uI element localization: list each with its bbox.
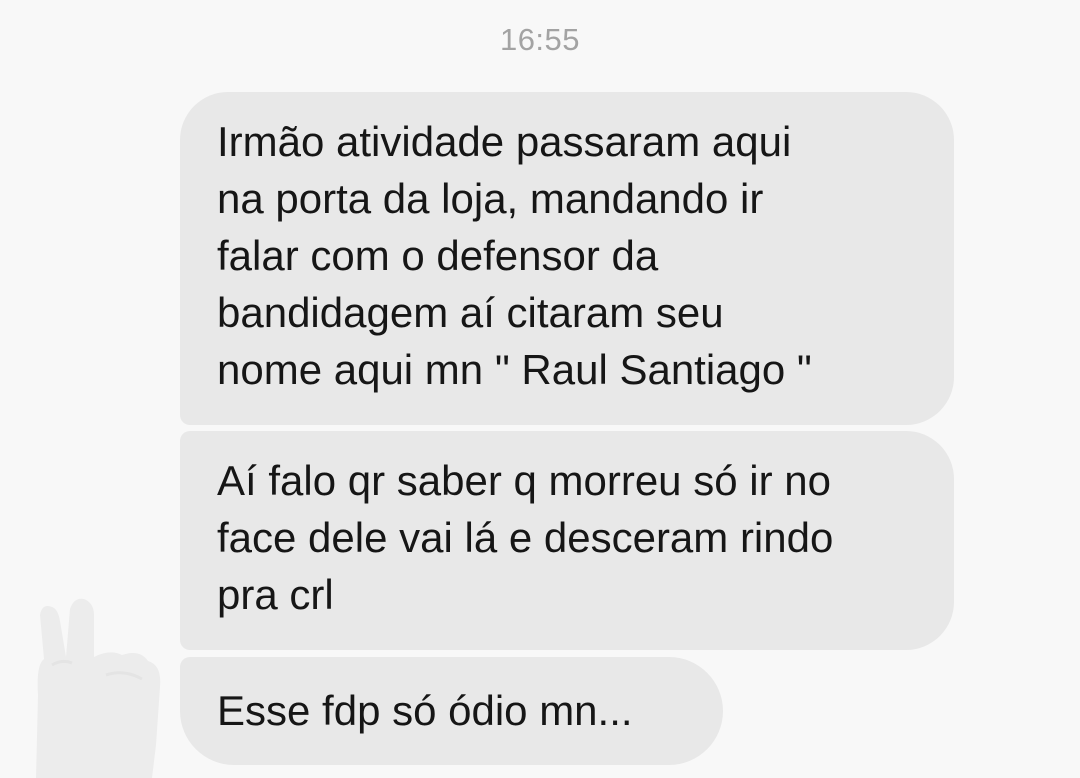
message-text-line: pra crl <box>217 571 334 618</box>
message-text-line: Esse fdp só ódio mn... <box>217 687 633 734</box>
message-bubble[interactable]: Aí falo qr saber q morreu só ir no face … <box>180 431 954 650</box>
message-text-line: falar com o defensor da <box>217 232 659 279</box>
message-text-line: na porta da loja, mandando ir <box>217 175 764 222</box>
hand-peace-sign-icon <box>36 598 161 778</box>
chat-view[interactable]: 16:55 Irmão atividade passaram aqui na p… <box>0 0 1080 778</box>
message-text-line: face dele vai lá e desceram rindo <box>217 514 834 561</box>
message-bubble[interactable]: Esse fdp só ódio mn... <box>180 657 723 765</box>
message-text-line: Irmão atividade passaram aqui <box>217 118 792 165</box>
message-text-line: Aí falo qr saber q morreu só ir no <box>217 457 831 504</box>
sender-avatar[interactable] <box>14 595 164 778</box>
message-timestamp: 16:55 <box>499 22 581 57</box>
message-text-line: nome aqui mn " Raul Santiago " <box>217 346 812 393</box>
message-bubble[interactable]: Irmão atividade passaram aqui na porta d… <box>180 92 954 425</box>
message-text-line: bandidagem aí citaram seu <box>217 289 724 336</box>
